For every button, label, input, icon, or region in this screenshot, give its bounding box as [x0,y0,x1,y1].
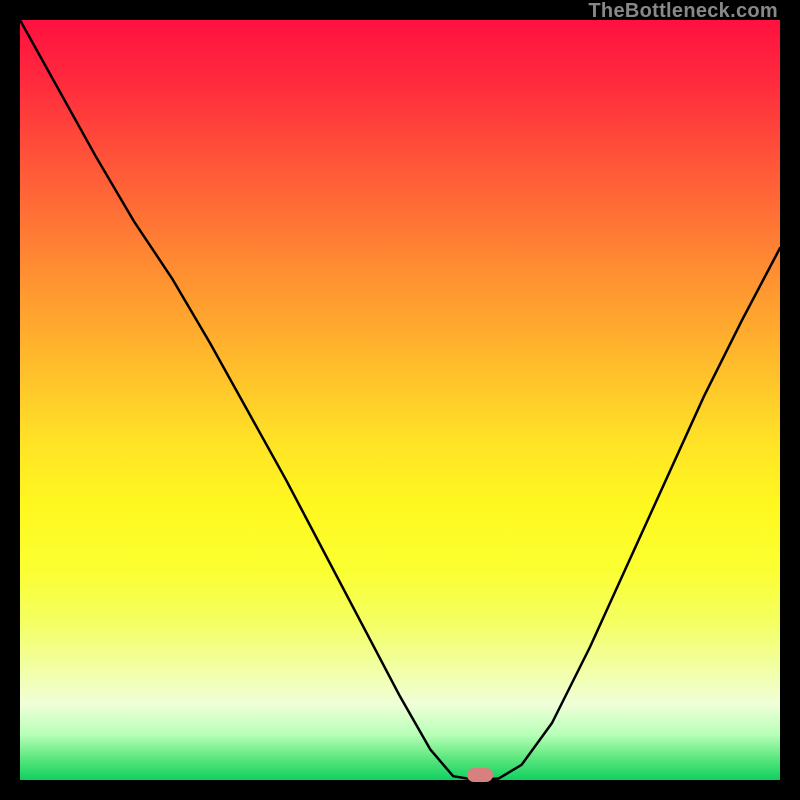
bottleneck-curve [20,20,780,780]
optimal-marker [467,768,493,782]
watermark-text: TheBottleneck.com [588,0,778,23]
chart-frame: TheBottleneck.com [0,0,800,800]
plot-area [20,20,780,780]
